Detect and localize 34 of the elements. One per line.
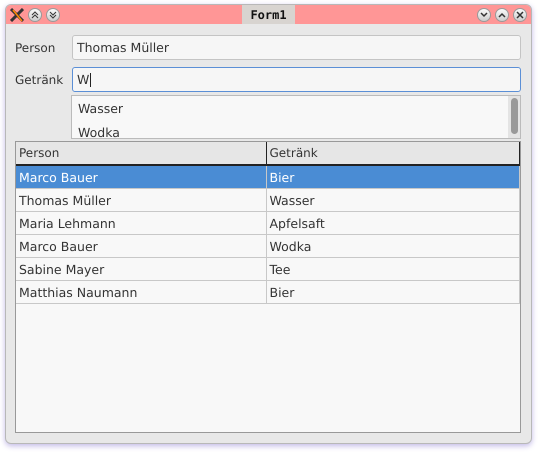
input-field[interactable]: W — [72, 67, 521, 92]
shade-up-icon[interactable] — [28, 8, 42, 22]
table-cell: Wodka — [266, 235, 520, 257]
table-cell: Bier — [266, 166, 520, 188]
table-row[interactable]: Maria Lehmann Apfelsaft — [16, 212, 520, 235]
table-row[interactable]: Thomas Müller Wasser — [16, 189, 520, 212]
table-row[interactable]: Sabine Mayer Tee — [16, 258, 520, 281]
table-cell: Marco Bauer — [16, 166, 266, 188]
table-cell: Sabine Mayer — [16, 258, 266, 280]
scrollbar[interactable] — [508, 96, 520, 138]
field-label: Getränk — [15, 72, 64, 86]
input-field[interactable]: Thomas Müller — [72, 35, 521, 60]
minimize-icon[interactable] — [477, 8, 491, 22]
shade-down-icon[interactable] — [46, 8, 60, 22]
table-cell: Thomas Müller — [16, 189, 266, 211]
table-cell: Wasser — [266, 189, 520, 211]
table-cell: Bier — [266, 281, 520, 303]
window-title: Form1 — [242, 5, 295, 24]
table-row[interactable]: Marco Bauer Bier — [16, 166, 520, 189]
table-row[interactable]: Marco Bauer Wodka — [16, 235, 520, 258]
table-row[interactable]: Matthias Naumann Bier — [16, 281, 520, 304]
table-cell: Marco Bauer — [16, 235, 266, 257]
table-cell: Tee — [266, 258, 520, 280]
x-logo-icon[interactable] — [10, 8, 24, 22]
field-label: Person — [15, 40, 56, 54]
table-cell: Maria Lehmann — [16, 212, 266, 234]
column-header[interactable]: Getränk — [266, 142, 520, 164]
maximize-icon[interactable] — [495, 8, 509, 22]
suggestion-item[interactable]: Wodka — [72, 124, 508, 138]
close-icon[interactable] — [513, 8, 527, 22]
table-cell: Matthias Naumann — [16, 281, 266, 303]
suggestion-item[interactable]: Wasser — [72, 100, 508, 118]
table-cell: Apfelsaft — [266, 212, 520, 234]
column-header[interactable]: Person — [16, 142, 266, 164]
